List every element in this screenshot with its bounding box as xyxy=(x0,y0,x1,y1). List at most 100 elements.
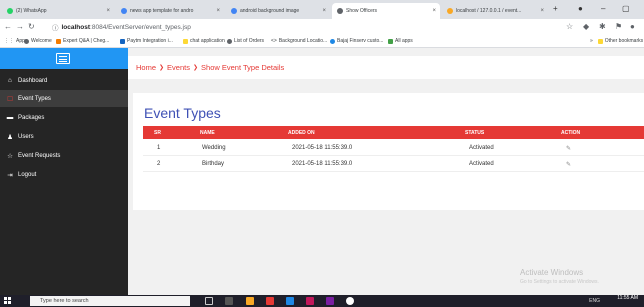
reload-icon[interactable]: ↻ xyxy=(28,22,35,31)
star-icon[interactable]: ☆ xyxy=(566,22,573,31)
tab-whatsapp[interactable]: (2) WhatsApp × xyxy=(2,3,114,19)
breadcrumb-events[interactable]: Events xyxy=(167,63,190,72)
paytm-icon xyxy=(120,38,125,44)
app-icon[interactable] xyxy=(286,297,294,305)
bookmark-paytm[interactable]: Paytm Integration i... xyxy=(120,38,173,44)
close-icon[interactable]: × xyxy=(216,8,220,14)
bookmark-label: chat application xyxy=(190,38,225,44)
back-icon[interactable]: ← xyxy=(4,22,12,31)
play-icon xyxy=(388,38,393,44)
column-action: ACTION xyxy=(561,130,581,136)
globe-icon xyxy=(227,38,232,44)
profile-icon[interactable]: ● xyxy=(578,4,583,13)
bookmark-other[interactable]: » Other bookmarks xyxy=(590,38,643,44)
package-icon: ▬ xyxy=(6,114,14,121)
sidebar-item-logout[interactable]: ⇥ Logout xyxy=(0,166,128,183)
close-icon[interactable]: × xyxy=(322,8,326,14)
tab-android[interactable]: android background image × xyxy=(226,3,330,19)
bookmark-welcome[interactable]: Welcome xyxy=(24,38,52,44)
bookmark-orders[interactable]: List of Orders xyxy=(227,38,264,44)
whatsapp-icon xyxy=(7,8,13,14)
bookmark-bajaj[interactable]: Bajaj Finserv custo... xyxy=(330,38,383,44)
breadcrumb: Home ❯ Events ❯ Show Event Type Details xyxy=(128,56,644,79)
breadcrumb-home[interactable]: Home xyxy=(136,63,156,72)
puzzle-icon[interactable]: ⚑ xyxy=(615,22,622,31)
sidebar-header xyxy=(0,48,128,69)
table-header: SR NAME ADDED ON STATUS ACTION xyxy=(143,126,644,139)
edit-icon[interactable]: ✎ xyxy=(566,161,571,168)
app-icon[interactable] xyxy=(266,297,274,305)
close-icon[interactable]: × xyxy=(106,8,110,14)
taskbar-search[interactable]: Type here to search xyxy=(30,296,190,306)
app-icon[interactable] xyxy=(306,297,314,305)
apps-grid-icon: ⋮⋮ xyxy=(4,38,14,44)
avatar-icon[interactable]: ● xyxy=(630,22,635,31)
cortana-icon[interactable] xyxy=(205,297,213,305)
app-icon[interactable] xyxy=(326,297,334,305)
task-view-icon[interactable] xyxy=(225,297,233,305)
tab-news[interactable]: news app template for andro × xyxy=(116,3,224,19)
tab-localhost[interactable]: localhost / 127.0.0.1 / event... × xyxy=(442,3,548,19)
star-icon: ☆ xyxy=(7,152,13,160)
bookmark-label: All apps xyxy=(395,38,413,44)
address-bar[interactable]: ⓘ localhost:8084/EventServer/event_types… xyxy=(52,21,562,33)
sidebar-item-users[interactable]: ♟ Users xyxy=(0,128,128,145)
sidebar-item-event-types[interactable]: ☐ Event Types xyxy=(0,90,128,107)
list-icon: ☐ xyxy=(7,95,13,103)
clock[interactable]: 11:55 AM xyxy=(617,295,638,302)
folder-icon xyxy=(597,38,603,44)
bookmark-label: Other bookmarks xyxy=(604,38,644,44)
language-indicator[interactable]: ENG xyxy=(589,298,600,304)
tab-label: (2) WhatsApp xyxy=(16,8,47,14)
globe-icon xyxy=(24,38,29,44)
sidebar-item-packages[interactable]: ▬ Packages xyxy=(0,109,128,126)
sidebar-item-label: Packages xyxy=(18,114,45,121)
breadcrumb-current: Show Event Type Details xyxy=(201,63,285,72)
activation-watermark-subtitle: Go to Settings to activate Windows. xyxy=(520,279,599,285)
cell-name: Birthday xyxy=(202,161,225,167)
browser-toolbar: ← → ↻ ⓘ localhost:8084/EventServer/event… xyxy=(0,19,644,35)
google-icon xyxy=(121,8,127,14)
bookmark-all-apps[interactable]: All apps xyxy=(388,38,413,44)
sidebar-item-event-requests[interactable]: ☆ Event Requests xyxy=(0,147,128,164)
tab-label: Show Officers xyxy=(346,8,378,14)
edit-icon[interactable]: ✎ xyxy=(566,145,571,152)
close-icon[interactable]: × xyxy=(432,8,436,14)
info-icon: ⓘ xyxy=(52,25,59,32)
url-path: :8084/EventServer/event_types.jsp xyxy=(90,23,191,31)
sidebar-item-label: Logout xyxy=(18,171,37,178)
file-explorer-icon[interactable] xyxy=(246,297,254,305)
chrome-icon[interactable] xyxy=(346,297,354,305)
cell-status: Activated xyxy=(469,145,494,151)
menu-toggle-icon[interactable] xyxy=(56,53,70,64)
bajaj-icon xyxy=(330,38,335,44)
bookmark-label: Paytm Integration i... xyxy=(127,38,173,44)
extensions-icon[interactable]: ✱ xyxy=(599,22,606,31)
windows-start-icon[interactable] xyxy=(4,297,12,305)
maximize-button[interactable]: ▢ xyxy=(622,4,630,13)
new-tab-button[interactable]: + xyxy=(553,4,558,13)
cell-added-on: 2021-05-18 11:55:39.0 xyxy=(292,161,353,167)
column-sr: SR xyxy=(154,130,161,136)
sidebar-item-label: Users xyxy=(18,133,34,140)
logout-icon: ⇥ xyxy=(7,171,13,179)
minimize-button[interactable]: – xyxy=(601,4,605,13)
cell-added-on: 2021-05-18 11:55:39.0 xyxy=(292,145,353,151)
extension-icon[interactable]: ◆ xyxy=(583,22,589,31)
cell-sr: 2 xyxy=(157,161,161,167)
table-row: 1 Wedding 2021-05-18 11:55:39.0 Activate… xyxy=(143,140,644,156)
tab-show-officers[interactable]: Show Officers × xyxy=(332,3,440,19)
chevron-right-icon: » xyxy=(590,38,593,44)
sidebar-item-dashboard[interactable]: ⌂ Dashboard xyxy=(0,72,128,89)
table-row: 2 Birthday 2021-05-18 11:55:39.0 Activat… xyxy=(143,156,644,172)
activation-watermark-title: Activate Windows xyxy=(520,268,584,277)
bookmark-chat[interactable]: chat application xyxy=(183,38,225,44)
sidebar-item-label: Event Types xyxy=(18,95,51,102)
bookmark-background[interactable]: <> Background Locatio... xyxy=(271,38,327,44)
close-icon[interactable]: × xyxy=(540,8,544,14)
bookmark-chegg[interactable]: Expert Q&A | Cheg... xyxy=(56,38,109,44)
users-icon: ♟ xyxy=(7,133,13,141)
taskbar: Type here to search ENG 11:55 AM xyxy=(0,295,644,307)
sidebar-item-label: Dashboard xyxy=(18,77,48,84)
forward-icon[interactable]: → xyxy=(16,22,24,31)
